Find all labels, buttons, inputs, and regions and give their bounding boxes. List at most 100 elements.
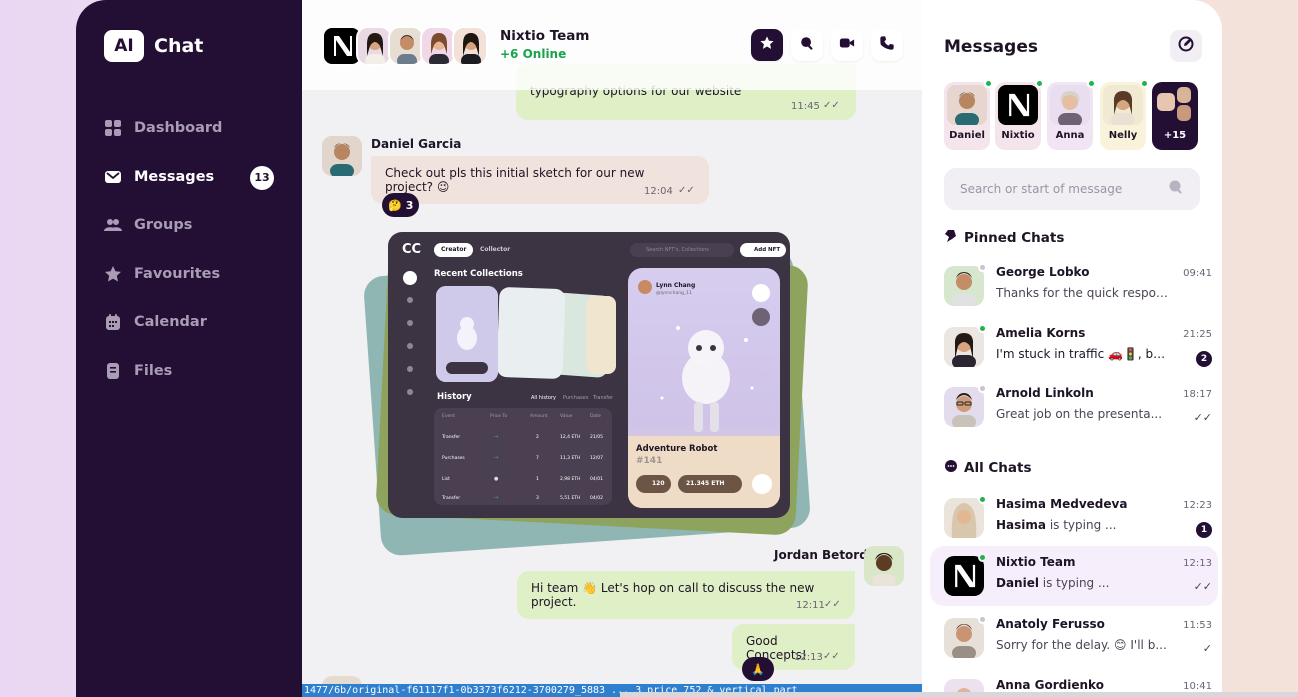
reaction-badge[interactable]: 🤔 3 [382, 193, 420, 217]
history-header: Event [442, 414, 455, 419]
message-time: 12:04 [644, 186, 673, 197]
read-check-icon: ✓✓ [823, 100, 840, 111]
image-attachment[interactable]: CC Creator Collector Search NFT's, Colle… [388, 232, 790, 518]
search-box[interactable] [944, 168, 1200, 210]
pinned-chats-title: Pinned Chats [944, 229, 1064, 247]
chat-item-anatoly[interactable]: Anatoly Ferusso Sorry for the delay. 😊 I… [930, 608, 1218, 668]
nft-title: Adventure Robot [636, 444, 718, 454]
status-dot [978, 553, 987, 562]
avatar [944, 618, 984, 658]
avatar[interactable] [322, 136, 362, 176]
chat-name: Arnold Linkoln [996, 386, 1094, 400]
favorite-button[interactable] [751, 29, 783, 61]
chat-preview: Great job on the presenta... [996, 407, 1163, 421]
creator-avatar [638, 280, 652, 294]
search-input[interactable] [960, 182, 1168, 196]
typing-text: is typing ... [1046, 518, 1117, 532]
chat-time: 09:41 [1183, 268, 1212, 279]
member-avatar[interactable] [452, 26, 488, 66]
edit-icon [1178, 36, 1194, 56]
history-tab-all: All history [531, 395, 556, 401]
likes-pill: 120 [636, 475, 671, 493]
sidebar-item-messages[interactable]: Messages 13 [104, 153, 274, 202]
lock-icon [752, 308, 770, 326]
sidebar: AI Chat Dashboard Messages 13 Groups Fav… [76, 0, 302, 697]
all-chats-title: All Chats [944, 459, 1032, 477]
message-text: Check out pls this initial sketch for ou… [385, 166, 645, 194]
chat-item-hasima[interactable]: Hasima Medvedeva Hasima is typing ... 12… [930, 488, 1218, 548]
team-name[interactable]: Nixtio Team [500, 28, 589, 44]
history-cell: → [494, 455, 499, 461]
users-icon [104, 216, 122, 234]
member-avatar[interactable] [356, 26, 392, 66]
story-anna[interactable]: Anna [1047, 79, 1096, 150]
chat-time: 12:13 [1183, 558, 1212, 569]
reaction-badge[interactable]: 🙏 [742, 657, 774, 681]
collection-thumb [496, 286, 566, 380]
message-bubble[interactable]: Hi team 👋 Let's hop on call to discuss t… [517, 571, 855, 619]
video-call-button[interactable] [831, 29, 863, 61]
grid-icon [104, 119, 122, 137]
status-dot [978, 324, 987, 333]
search-button[interactable] [791, 29, 823, 61]
story-nelly[interactable]: Nelly [1100, 79, 1149, 150]
nav-dot-icon [407, 366, 413, 372]
search-icon [799, 35, 815, 55]
status-dot [978, 384, 987, 393]
chat-item-george[interactable]: George Lobko Thanks for the quick respon… [930, 256, 1218, 316]
chat-name: George Lobko [996, 265, 1090, 279]
avatar [1103, 85, 1143, 125]
avatar [944, 327, 984, 367]
typing-user: Daniel [996, 576, 1039, 590]
online-count: +6 Online [500, 47, 567, 61]
sidebar-item-label: Calendar [134, 314, 207, 331]
member-avatar[interactable] [420, 26, 456, 66]
sidebar-item-calendar[interactable]: Calendar [104, 298, 274, 347]
horizontal-scrollbar[interactable] [620, 692, 1298, 697]
brand[interactable]: AI Chat [104, 30, 203, 62]
avatar[interactable] [864, 546, 904, 586]
chat-name: Amelia Korns [996, 326, 1086, 340]
member-avatar[interactable] [388, 26, 424, 66]
sidebar-item-dashboard[interactable]: Dashboard [104, 104, 274, 153]
read-check-icon: ✓✓ [824, 599, 841, 610]
messages-panel: Messages Daniel Nixtio Anna Nelly +15 Se… [922, 0, 1222, 697]
history-cell: 12,4 ETH [560, 435, 581, 440]
story-daniel[interactable]: Daniel [944, 79, 993, 150]
sidebar-item-groups[interactable]: Groups [104, 201, 274, 250]
search-icon[interactable] [1168, 179, 1184, 199]
compose-button[interactable] [1170, 30, 1202, 62]
read-check-icon: ✓✓ [1193, 580, 1212, 593]
creator-handle: @lynnchang_11 [656, 291, 692, 296]
avatar [1050, 85, 1090, 125]
avatar [947, 85, 987, 125]
online-dot [984, 79, 993, 88]
history-title: History [437, 392, 472, 402]
read-check-icon: ✓✓ [1193, 411, 1212, 424]
voice-call-button[interactable] [871, 29, 903, 61]
sidebar-item-files[interactable]: Files [104, 347, 274, 396]
chat-preview: I'm stuck in traffic 🚗🚦, bu... [996, 347, 1172, 361]
add-nft-button: Add NFT [740, 243, 787, 257]
sidebar-item-favourites[interactable]: Favourites [104, 250, 274, 299]
history-cell: Transfer [442, 496, 461, 501]
chat-item-amelia[interactable]: Amelia Korns I'm stuck in traffic 🚗🚦, bu… [930, 317, 1218, 377]
price-pill: 21.345 ETH [678, 475, 743, 493]
nav-dot-icon [407, 389, 413, 395]
file-icon [104, 362, 122, 380]
creator-name: Lynn Chang [656, 282, 696, 289]
story-more[interactable]: +15 [1152, 82, 1198, 150]
chat-item-arnold[interactable]: Arnold Linkoln Great job on the presenta… [930, 377, 1218, 437]
history-tab-transfer: Transfer [593, 395, 614, 401]
chat-time: 10:41 [1183, 681, 1212, 692]
chat-item-nixtio-team[interactable]: Nixtio Team Daniel is typing ... 12:13 ✓… [930, 546, 1218, 606]
sidebar-item-label: Dashboard [134, 120, 223, 137]
read-check-icon: ✓ [1202, 642, 1212, 655]
story-nixtio[interactable]: Nixtio [995, 79, 1044, 150]
brand-name: Chat [154, 35, 204, 57]
messages-count-badge: 13 [250, 165, 274, 190]
sidebar-item-label: Messages [134, 168, 215, 185]
collection-thumb [586, 296, 616, 374]
home-icon [403, 271, 417, 285]
chat-time: 21:25 [1183, 329, 1212, 340]
